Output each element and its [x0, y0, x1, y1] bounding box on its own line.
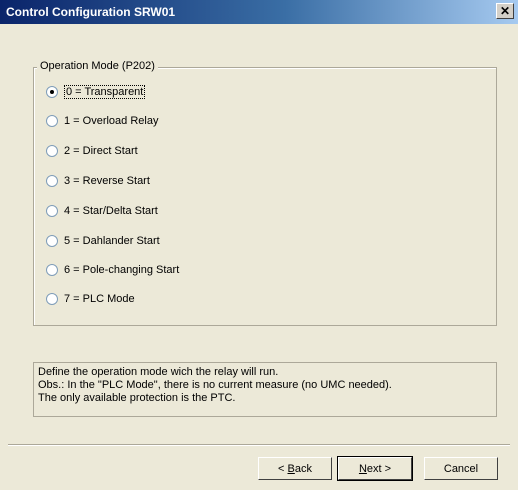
radio-unselected-icon [46, 205, 58, 217]
button-separator [8, 444, 510, 446]
cancel-button[interactable]: Cancel [424, 457, 498, 480]
back-button-prefix: < [278, 462, 288, 475]
radio-label: 3 = Reverse Start [64, 175, 150, 187]
radio-label: 7 = PLC Mode [64, 293, 135, 305]
close-button[interactable]: ✕ [496, 3, 514, 19]
radio-option-star-delta-start[interactable]: 4 = Star/Delta Start [46, 203, 158, 219]
radio-label: 6 = Pole-changing Start [64, 264, 180, 276]
title-bar: Control Configuration SRW01 ✕ [0, 0, 518, 24]
radio-unselected-icon [46, 115, 58, 127]
radio-option-reverse-start[interactable]: 3 = Reverse Start [46, 173, 150, 189]
window-title: Control Configuration SRW01 [6, 5, 176, 19]
radio-unselected-icon [46, 293, 58, 305]
radio-label: 0 = Transparent [64, 85, 146, 99]
radio-unselected-icon [46, 145, 58, 157]
radio-unselected-icon [46, 235, 58, 247]
next-button-label: ext > [366, 462, 392, 475]
operation-mode-group [33, 67, 497, 326]
description-line: Obs.: In the "PLC Mode", there is no cur… [38, 379, 392, 391]
description-line: Define the operation mode wich the relay… [38, 366, 279, 378]
next-button-mnemonic: N [358, 462, 367, 475]
radio-unselected-icon [46, 175, 58, 187]
radio-option-direct-start[interactable]: 2 = Direct Start [46, 143, 138, 159]
next-button[interactable]: Next > [337, 456, 413, 481]
operation-mode-legend: Operation Mode (P202) [37, 60, 158, 72]
back-button[interactable]: < Back [258, 457, 332, 480]
radio-option-plc-mode[interactable]: 7 = PLC Mode [46, 291, 135, 307]
radio-selected-icon [46, 86, 58, 98]
back-button-mnemonic: B [287, 462, 295, 475]
radio-option-transparent[interactable]: 0 = Transparent [46, 84, 146, 100]
description-box: Define the operation mode wich the relay… [33, 362, 497, 417]
radio-label: 5 = Dahlander Start [64, 235, 160, 247]
radio-label: 2 = Direct Start [64, 145, 138, 157]
close-icon: ✕ [499, 4, 511, 18]
description-line: The only available protection is the PTC… [38, 392, 236, 404]
cancel-button-label: Cancel [443, 462, 479, 475]
radio-option-dahlander-start[interactable]: 5 = Dahlander Start [46, 233, 160, 249]
radio-label: 4 = Star/Delta Start [64, 205, 158, 217]
radio-label: 1 = Overload Relay [64, 115, 159, 127]
back-button-label: ack [294, 462, 312, 475]
radio-option-overload-relay[interactable]: 1 = Overload Relay [46, 113, 158, 129]
radio-unselected-icon [46, 264, 58, 276]
radio-option-pole-changing-start[interactable]: 6 = Pole-changing Start [46, 262, 179, 278]
